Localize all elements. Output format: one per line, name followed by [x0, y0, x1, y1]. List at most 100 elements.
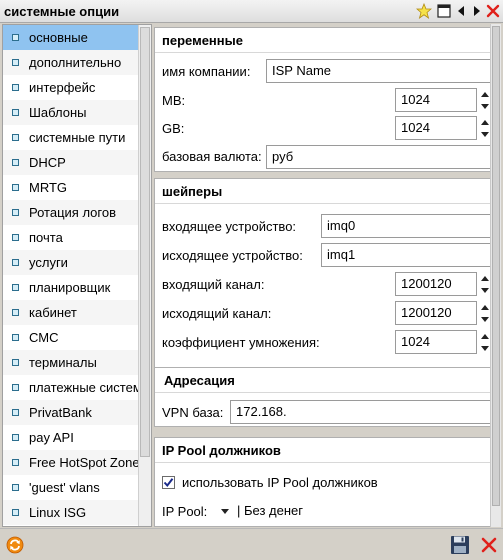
- refresh-icon[interactable]: [4, 534, 26, 556]
- options-sidebar: основные дополнительно интерфейс Шаблоны сис…: [2, 24, 152, 527]
- sidebar-item-label: Ротация логов: [29, 205, 116, 220]
- sidebar-item-label: pay API: [29, 430, 74, 445]
- sidebar-item[interactable]: Шаблоны: [3, 100, 139, 125]
- ip-pool-value: | Без денег: [237, 503, 304, 518]
- window-icon[interactable]: [436, 3, 452, 19]
- sidebar-item[interactable]: DHCP: [3, 150, 139, 175]
- divider: [155, 203, 490, 204]
- sidebar-item[interactable]: PrivatBank: [3, 400, 139, 425]
- ip-pool-label: IP Pool:: [162, 504, 208, 519]
- sidebar-item[interactable]: услуги: [3, 250, 139, 275]
- sidebar-item[interactable]: дополнительно: [3, 50, 139, 75]
- list-bullet-icon: [12, 59, 19, 66]
- stepper-down-icon[interactable]: [480, 342, 490, 354]
- mb-input[interactable]: 1024: [395, 88, 477, 112]
- sidebar-item-label: Linux ISG: [29, 505, 87, 520]
- list-bullet-icon: [12, 509, 19, 516]
- mb-stepper[interactable]: [480, 88, 490, 112]
- sidebar-item-label: дополнительно: [29, 55, 122, 70]
- sidebar-item[interactable]: платежные систем: [3, 375, 139, 400]
- sidebar-item[interactable]: pay API: [3, 425, 139, 450]
- sidebar-item[interactable]: планировщик: [3, 275, 139, 300]
- in-device-label: входящее устройство:: [162, 219, 297, 234]
- close-icon[interactable]: [485, 3, 501, 19]
- divider: [155, 392, 490, 393]
- sidebar-scrollbar[interactable]: [138, 25, 151, 526]
- stepper-up-icon[interactable]: [480, 330, 490, 342]
- debtors-pool-title: IP Pool должников: [162, 443, 281, 458]
- out-device-input[interactable]: imq1: [321, 243, 492, 267]
- in-channel-input[interactable]: 1200120: [395, 272, 477, 296]
- sidebar-item[interactable]: Ротация логов: [3, 200, 139, 225]
- window-footer: [0, 528, 503, 560]
- addressing-title: Адресация: [164, 373, 235, 388]
- out-channel-stepper[interactable]: [480, 301, 490, 325]
- sidebar-item[interactable]: 'guest' vlans: [3, 475, 139, 500]
- arrow-left-icon[interactable]: [453, 3, 469, 19]
- in-device-input[interactable]: imq0: [321, 214, 492, 238]
- sidebar-item[interactable]: Linux ISG: [3, 500, 139, 525]
- out-channel-label: исходящий канал:: [162, 306, 272, 321]
- in-channel-stepper[interactable]: [480, 272, 490, 296]
- debtors-pool-section: IP Pool должников использовать IP Pool д…: [154, 437, 491, 527]
- gb-stepper[interactable]: [480, 116, 490, 140]
- sidebar-item[interactable]: кабинет: [3, 300, 139, 325]
- vpn-base-input[interactable]: 172.168.: [230, 400, 492, 424]
- star-icon[interactable]: [416, 3, 432, 19]
- sidebar-item[interactable]: системные пути: [3, 125, 139, 150]
- vpn-label: VPN база:: [162, 405, 224, 420]
- stepper-up-icon[interactable]: [480, 116, 490, 128]
- save-icon[interactable]: [449, 534, 471, 556]
- gb-input[interactable]: 1024: [395, 116, 477, 140]
- sidebar-item-label: 'guest' vlans: [29, 480, 100, 495]
- sidebar-item[interactable]: СМС: [3, 325, 139, 350]
- sidebar-item-label: интерфейс: [29, 80, 96, 95]
- variables-section: переменные имя компании: ISP Name MB: 10…: [154, 27, 492, 172]
- stepper-down-icon[interactable]: [480, 128, 490, 140]
- sidebar-item[interactable]: интерфейс: [3, 75, 139, 100]
- main-scrollbar[interactable]: [490, 24, 501, 527]
- mb-label: MB:: [162, 93, 186, 108]
- sidebar-item[interactable]: Free HotSpot Zone: [3, 450, 139, 475]
- sidebar-item-label: СМС: [29, 330, 59, 345]
- stepper-down-icon[interactable]: [480, 313, 490, 325]
- sidebar-list: основные дополнительно интерфейс Шаблоны сис…: [3, 25, 139, 525]
- use-debtors-pool-checkbox[interactable]: [162, 476, 175, 489]
- multiplier-label: коэффициент умножения:: [162, 335, 320, 350]
- list-bullet-icon: [12, 234, 19, 241]
- sidebar-item[interactable]: MRTG: [3, 175, 139, 200]
- sidebar-item[interactable]: почта: [3, 225, 139, 250]
- stepper-up-icon[interactable]: [480, 301, 490, 313]
- shapers-section: шейперы входящее устройство: imq0 исходя…: [154, 178, 492, 384]
- multiplier-input[interactable]: 1024: [395, 330, 477, 354]
- currency-label: базовая валюта:: [162, 149, 262, 164]
- list-bullet-icon: [12, 284, 19, 291]
- sidebar-scroll-thumb[interactable]: [140, 27, 150, 457]
- sidebar-item-label: MRTG: [29, 180, 68, 195]
- multiplier-stepper[interactable]: [480, 330, 490, 354]
- stepper-up-icon[interactable]: [480, 272, 490, 284]
- ip-pool-select[interactable]: | Без денег: [215, 500, 415, 522]
- sidebar-item-label: кабинет: [29, 305, 77, 320]
- stepper-down-icon[interactable]: [480, 284, 490, 296]
- dropdown-arrow-icon[interactable]: [221, 509, 229, 514]
- use-debtors-pool-label[interactable]: использовать IP Pool должников: [182, 475, 378, 490]
- cancel-icon[interactable]: [478, 534, 500, 556]
- company-label: имя компании:: [162, 64, 251, 79]
- stepper-down-icon[interactable]: [480, 100, 490, 112]
- list-bullet-icon: [12, 459, 19, 466]
- main-scroll-thumb[interactable]: [492, 26, 500, 506]
- list-bullet-icon: [12, 109, 19, 116]
- sidebar-item[interactable]: основные: [3, 25, 139, 50]
- gb-label: GB:: [162, 121, 185, 136]
- list-bullet-icon: [12, 184, 19, 191]
- currency-input[interactable]: руб: [266, 145, 492, 169]
- out-channel-input[interactable]: 1200120: [395, 301, 477, 325]
- sidebar-item-label: терминалы: [29, 355, 97, 370]
- arrow-right-icon[interactable]: [469, 3, 485, 19]
- variables-title: переменные: [162, 33, 243, 48]
- company-name-input[interactable]: ISP Name: [266, 59, 492, 83]
- stepper-up-icon[interactable]: [480, 88, 490, 100]
- sidebar-item[interactable]: терминалы: [3, 350, 139, 375]
- list-bullet-icon: [12, 134, 19, 141]
